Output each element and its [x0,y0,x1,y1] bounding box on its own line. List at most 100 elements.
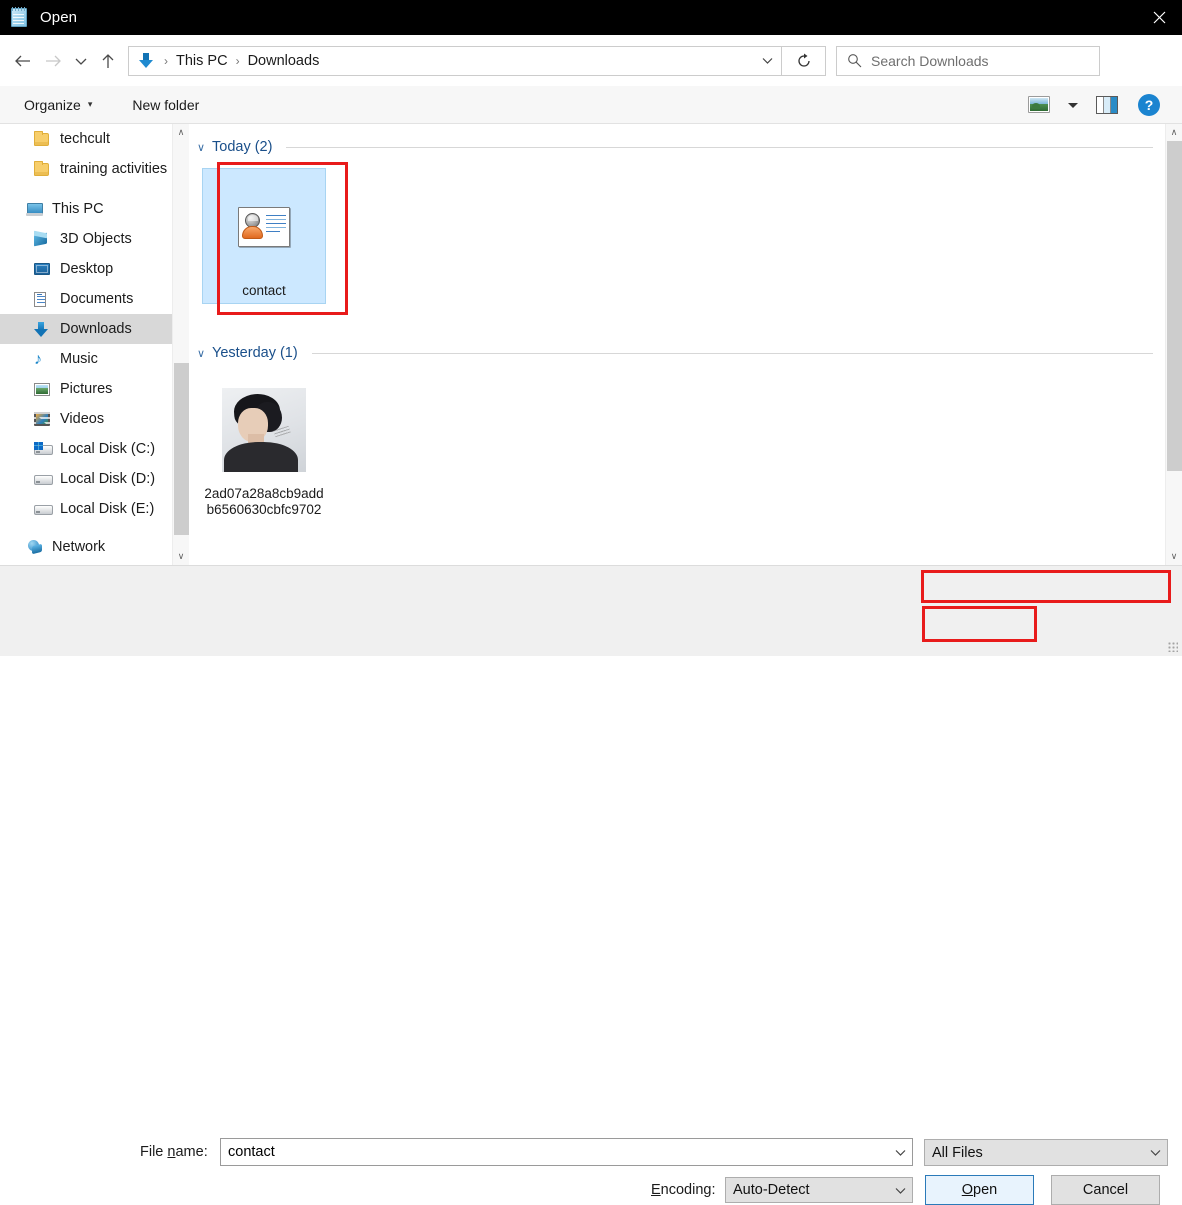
encoding-dropdown[interactable]: Auto-Detect [725,1177,913,1203]
breadcrumb-separator: › [164,53,168,68]
sidebar-item-network[interactable]: Network [0,532,172,562]
chevron-down-icon[interactable]: ∨ [190,141,212,154]
address-dropdown-chevron-icon[interactable] [753,47,781,75]
sidebar-item-this-pc[interactable]: This PC [0,194,172,224]
file-type-filter-dropdown[interactable]: All Files [924,1139,1168,1166]
drive-icon [34,470,58,488]
scroll-up-icon[interactable]: ∧ [173,124,189,141]
group-header-yesterday[interactable]: ∨ Yesterday (1) [190,340,1165,366]
view-mode-button[interactable] [1018,90,1060,120]
address-bar[interactable]: › This PC › Downloads [128,45,782,76]
dialog-footer: File name: contact All Files Encoding: A… [0,565,1182,1205]
sidebar-item-techcult[interactable]: techcult [0,124,172,154]
breadcrumb-downloads[interactable]: Downloads [245,53,323,69]
resize-grip[interactable] [1168,642,1178,652]
file-name-input[interactable]: contact [220,1138,913,1166]
encoding-label: Encoding: [651,1182,716,1198]
sidebar-item-local-disk-c[interactable]: Local Disk (C:) [0,434,172,464]
organize-button[interactable]: Organize ▾ [14,91,102,119]
file-tile-label: 2ad07a28a8cb9addb6560630cbfc9702 [204,486,324,517]
group-header-today[interactable]: ∨ Today (2) [190,134,1165,160]
cancel-button[interactable]: Cancel [1051,1175,1160,1205]
sidebar-item-label: 3D Objects [60,231,132,247]
windows-drive-icon [34,440,58,458]
sidebar-item-label: Documents [60,291,134,307]
scrollbar-track[interactable] [1166,141,1182,548]
dialog-body: techcult training activities This PC 3D … [0,124,1182,565]
sidebar-item-label: Local Disk (E:) [60,501,155,517]
sidebar-item-local-disk-d[interactable]: Local Disk (D:) [0,464,172,494]
videos-icon [34,410,58,428]
3d-objects-icon [34,230,58,248]
group-divider [311,352,1153,354]
scrollbar-thumb[interactable] [174,363,189,535]
chevron-down-icon[interactable] [1143,1140,1167,1165]
music-icon: ♪ [34,350,42,368]
new-folder-button[interactable]: New folder [122,91,209,119]
preview-pane-button[interactable] [1086,90,1128,120]
documents-icon [34,290,58,308]
file-name-label: File name: [140,1144,208,1160]
up-arrow-icon[interactable] [94,44,122,78]
help-button[interactable]: ? [1128,90,1170,120]
organize-label: Organize [24,96,81,113]
chevron-down-icon[interactable] [888,1178,912,1203]
scrollbar-track[interactable] [173,141,189,548]
desktop-icon [34,260,58,278]
file-tile-row: 2ad07a28a8cb9addb6560630cbfc9702 [190,372,1165,522]
file-tile-photo[interactable]: 2ad07a28a8cb9addb6560630cbfc9702 [202,372,326,522]
command-bar: Organize ▾ New folder ? [0,86,1182,124]
sidebar-item-label: Local Disk (C:) [60,441,156,457]
pictures-icon [34,380,58,398]
group-title: Yesterday (1) [212,345,298,361]
scroll-down-icon[interactable]: ∨ [173,548,189,565]
search-input[interactable]: Search Downloads [871,53,989,69]
back-arrow-icon[interactable] [8,44,38,78]
search-box[interactable]: Search Downloads [836,45,1100,76]
sidebar-item-label: training activities [60,161,168,177]
scroll-down-icon[interactable]: ∨ [1166,548,1182,565]
view-mode-dropdown[interactable] [1060,90,1086,120]
photo-thumbnail [216,382,312,478]
navigation-pane-scrollbar[interactable]: ∧ ∨ [172,124,189,565]
scroll-up-icon[interactable]: ∧ [1166,124,1182,141]
notepad-icon [10,6,30,28]
sidebar-item-downloads[interactable]: Downloads [0,314,172,344]
sidebar-item-label: Local Disk (D:) [60,471,156,487]
sidebar-item-3d-objects[interactable]: 3D Objects [0,224,172,254]
sidebar-item-label: Desktop [60,261,114,277]
command-bar-right: ? [1018,90,1182,120]
sidebar-item-label: Network [52,539,106,555]
chevron-down-icon[interactable]: ∨ [190,347,212,360]
sidebar-item-desktop[interactable]: Desktop [0,254,172,284]
sidebar-item-label: Downloads [60,321,132,337]
file-list-pane[interactable]: ∨ Today (2) contact ∨ Yesterday (1) 2ad0… [190,124,1165,565]
scrollbar-thumb[interactable] [1167,141,1182,471]
title-bar: Open [0,0,1182,35]
sidebar-item-music[interactable]: ♪ Music [0,344,172,374]
file-type-filter-value: All Files [932,1144,983,1161]
forward-arrow-icon [38,44,68,78]
sidebar-item-documents[interactable]: Documents [0,284,172,314]
encoding-value: Auto-Detect [733,1182,810,1198]
sidebar-item-videos[interactable]: Videos [0,404,172,434]
help-icon: ? [1138,93,1160,116]
file-tile-label: contact [242,283,286,298]
network-icon [26,538,50,556]
contact-card-icon [216,179,312,275]
file-name-dropdown-chevron-icon[interactable] [888,1139,912,1165]
this-pc-icon [26,200,50,218]
drive-icon [34,500,58,518]
file-tile-contact[interactable]: contact [202,168,326,304]
refresh-button[interactable] [782,45,826,76]
open-button[interactable]: Open [925,1175,1034,1205]
sidebar-item-label: Pictures [60,381,113,397]
sidebar-item-training-activities[interactable]: training activities [0,154,172,184]
close-icon[interactable] [1136,0,1182,35]
file-list-scrollbar[interactable]: ∧ ∨ [1165,124,1182,565]
recent-locations-chevron-icon[interactable] [68,44,94,78]
sidebar-item-pictures[interactable]: Pictures [0,374,172,404]
breadcrumb-this-pc[interactable]: This PC [173,53,231,69]
sidebar-item-local-disk-e[interactable]: Local Disk (E:) [0,494,172,524]
downloads-arrow-icon [133,52,159,69]
